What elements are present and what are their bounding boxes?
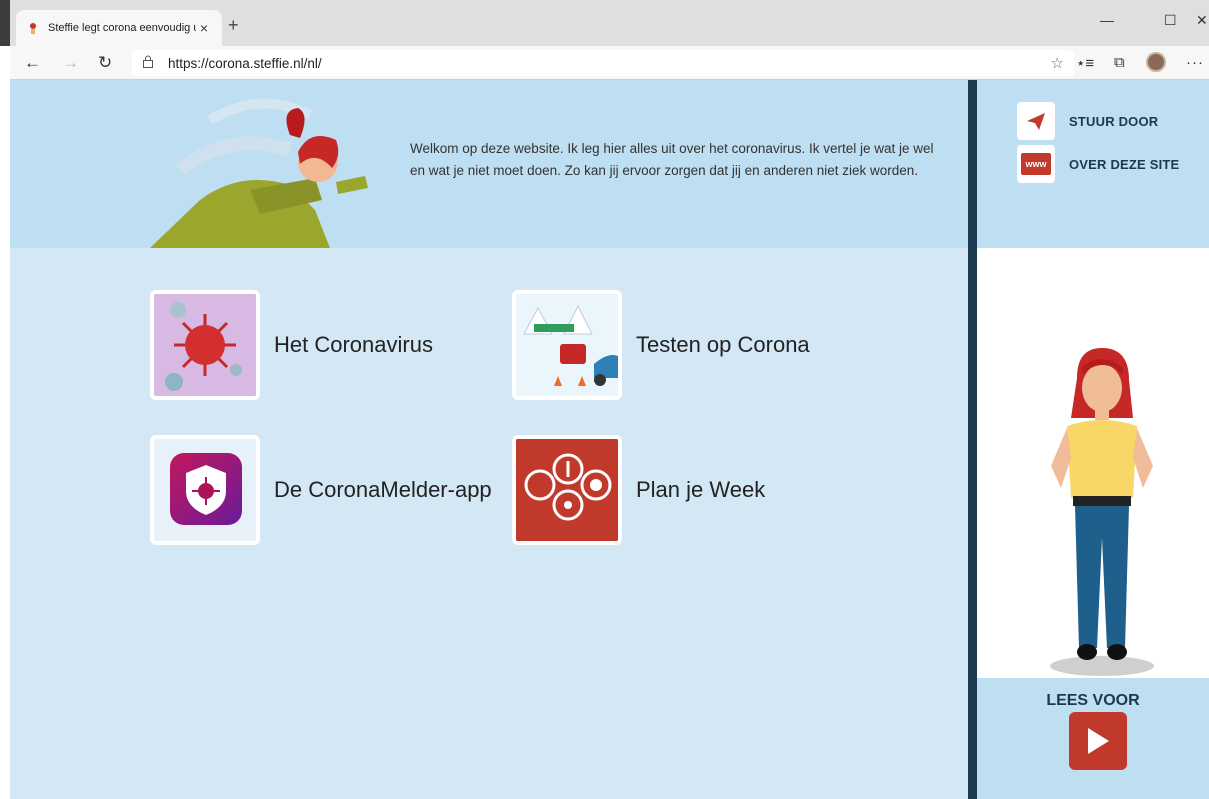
page: Welkom op deze website. Ik leg hier alle… bbox=[10, 80, 1209, 799]
over-deze-site-link[interactable]: www OVER DEZE SITE bbox=[1017, 145, 1179, 183]
tile-label: Plan je Week bbox=[636, 477, 766, 502]
hero-banner: Welkom op deze website. Ik leg hier alle… bbox=[10, 80, 968, 248]
test-tent-icon bbox=[512, 290, 622, 400]
refresh-button[interactable]: ↻ bbox=[98, 53, 112, 73]
lock-icon bbox=[142, 55, 160, 71]
play-icon bbox=[1088, 728, 1109, 754]
browser-tab[interactable]: Steffie legt corona eenvoudig uit × bbox=[16, 10, 222, 46]
new-tab-button[interactable]: + bbox=[228, 16, 239, 34]
tab-close-button[interactable]: × bbox=[196, 20, 212, 36]
address-bar-row: ← → ↻ https://corona.steffie.nl/nl/ ☆ ⋆≡… bbox=[10, 46, 1209, 80]
tile-testen-op-corona[interactable]: Testen op Corona bbox=[512, 290, 810, 400]
forward-button[interactable]: → bbox=[62, 53, 79, 73]
maximize-button[interactable]: ☐ bbox=[1164, 12, 1177, 29]
favorites-icon[interactable]: ⋆≡ bbox=[1076, 54, 1094, 72]
tile-plan-je-week[interactable]: Plan je Week bbox=[512, 435, 765, 545]
coronamelder-app-icon bbox=[150, 435, 260, 545]
send-plane-icon bbox=[1017, 102, 1055, 140]
tile-label: Het Coronavirus bbox=[274, 332, 433, 357]
minimize-button[interactable]: — bbox=[1100, 12, 1114, 28]
www-icon: www bbox=[1017, 145, 1055, 183]
sidebar: STUUR DOOR www OVER DEZE SITE LEES VOOR bbox=[977, 80, 1209, 799]
back-button[interactable]: ← bbox=[24, 53, 41, 73]
main-content: Welkom op deze website. Ik leg hier alle… bbox=[10, 80, 968, 799]
collections-icon[interactable]: ⧉ bbox=[1114, 54, 1125, 71]
intro-text: Welkom op deze website. Ik leg hier alle… bbox=[410, 141, 934, 178]
tile-label: Testen op Corona bbox=[636, 332, 810, 357]
tile-label: De CoronaMelder-app bbox=[274, 477, 492, 502]
close-window-button[interactable]: ✕ bbox=[1196, 12, 1208, 29]
url-field[interactable]: https://corona.steffie.nl/nl/ ☆ bbox=[132, 50, 1074, 76]
url-text: https://corona.steffie.nl/nl/ bbox=[168, 55, 322, 71]
sidebar-divider bbox=[968, 80, 977, 799]
over-deze-site-label: OVER DEZE SITE bbox=[1069, 156, 1180, 172]
tile-coronamelder-app[interactable]: De CoronaMelder-app bbox=[150, 435, 492, 545]
profile-avatar[interactable] bbox=[1146, 52, 1166, 72]
steffie-character bbox=[1050, 348, 1154, 676]
tile-het-coronavirus[interactable]: Het Coronavirus bbox=[150, 290, 433, 400]
browser-tab-bar: Steffie legt corona eenvoudig uit × + — … bbox=[0, 0, 1209, 46]
lees-voor-heading: LEES VOOR bbox=[1046, 692, 1140, 709]
plan-week-icon bbox=[512, 435, 622, 545]
star-icon[interactable]: ☆ bbox=[1051, 54, 1064, 72]
www-badge: www bbox=[1021, 153, 1051, 175]
stuur-door-link[interactable]: STUUR DOOR bbox=[1017, 102, 1158, 140]
tab-title: Steffie legt corona eenvoudig uit bbox=[48, 22, 196, 34]
coronavirus-icon bbox=[150, 290, 260, 400]
play-button[interactable] bbox=[1069, 712, 1127, 770]
steffie-coughing-illustration bbox=[150, 98, 368, 248]
stuur-door-label: STUUR DOOR bbox=[1069, 113, 1159, 129]
more-icon[interactable]: ··· bbox=[1186, 54, 1204, 71]
steffie-favicon bbox=[26, 21, 40, 35]
